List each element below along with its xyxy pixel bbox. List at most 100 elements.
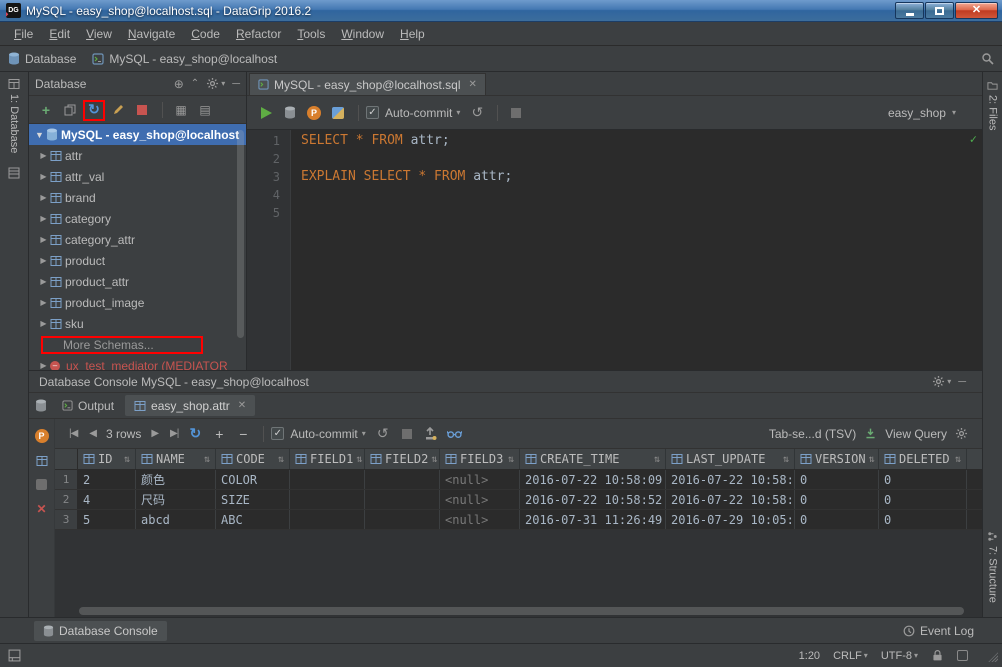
format-selector[interactable]: Tab-se...d (TSV) (769, 427, 856, 441)
chevron-down-icon[interactable]: ▾ (456, 108, 460, 117)
collapse-all-icon[interactable]: ⌃ (191, 78, 199, 89)
cell[interactable]: 0 (795, 510, 879, 529)
resize-grip[interactable] (985, 649, 998, 662)
sort-icon[interactable]: ⇅ (204, 454, 210, 465)
cell[interactable]: 2016-07-22 10:58:09 (666, 470, 795, 489)
sort-icon[interactable]: ⇅ (431, 454, 437, 465)
toolwindow-switcher-icon[interactable] (8, 649, 21, 662)
expand-arrow-icon[interactable]: ▶ (37, 319, 50, 328)
expand-arrow-icon[interactable]: ▶ (37, 193, 50, 202)
undo-button[interactable]: ↺ (372, 423, 394, 445)
hide-panel-icon[interactable]: ─ (958, 376, 966, 388)
toolwindow-tab-structure[interactable]: 7: Structure (987, 531, 999, 603)
expand-arrow-icon[interactable]: ▶ (37, 172, 50, 181)
column-header-code[interactable]: CODE ⇅ (216, 449, 290, 469)
sort-icon[interactable]: ⇅ (278, 454, 284, 465)
expand-arrow-icon[interactable]: ▶ (37, 361, 50, 370)
breadcrumb-database[interactable]: Database (8, 52, 76, 66)
lock-icon[interactable] (931, 649, 944, 662)
status-widget-icon[interactable] (957, 650, 968, 661)
grid-view-icon[interactable] (36, 455, 48, 467)
reload-button[interactable]: ↻ (184, 423, 206, 445)
cell[interactable]: <null> (440, 470, 520, 489)
cell[interactable]: abcd (136, 510, 216, 529)
cell[interactable]: 颜色 (136, 470, 216, 489)
maximize-button[interactable] (925, 2, 954, 19)
sort-icon[interactable]: ⇅ (869, 454, 875, 465)
menu-item-file[interactable]: File (6, 24, 41, 44)
menu-item-view[interactable]: View (78, 24, 120, 44)
cell[interactable]: COLOR (216, 470, 290, 489)
duplicate-button[interactable] (59, 99, 81, 121)
minimize-button[interactable] (895, 2, 924, 19)
settings-button[interactable]: ▾ (206, 77, 225, 90)
cell[interactable]: ABC (216, 510, 290, 529)
cell[interactable]: 尺码 (136, 490, 216, 509)
table-view-button[interactable]: ▦ (170, 99, 192, 121)
parameters-button[interactable]: P (303, 102, 325, 124)
tree-scrollbar[interactable] (237, 130, 244, 338)
first-page-button[interactable]: |◀ (63, 428, 83, 439)
sort-icon[interactable]: ⇅ (356, 454, 362, 465)
cell[interactable]: <null> (440, 510, 520, 529)
cell[interactable] (290, 470, 365, 489)
tree-item-category[interactable]: ▶ category (29, 208, 246, 229)
tree-item-category_attr[interactable]: ▶ category_attr (29, 229, 246, 250)
table-row[interactable]: 3 5 abcd ABC <null> 2016-07-31 11:26:49 2016-0… (55, 510, 982, 530)
tree-root-datasource[interactable]: ▼ MySQL - easy_shop@localhost (29, 124, 246, 145)
prev-page-button[interactable]: ◀ (83, 428, 102, 439)
table-row[interactable]: 2 4 尺码 SIZE <null> 2016-07-22 10:58:52 2016-07… (55, 490, 982, 510)
cell[interactable]: 0 (795, 490, 879, 509)
menu-item-code[interactable]: Code (183, 24, 228, 44)
tab-close-icon[interactable]: ✕ (469, 79, 477, 90)
column-header-last_update[interactable]: LAST_UPDATE ⇅ (666, 449, 795, 469)
cell[interactable] (365, 510, 440, 529)
tree-item-product[interactable]: ▶ product (29, 250, 246, 271)
database-console-toolwindow-button[interactable]: Database Console (34, 620, 167, 641)
cell[interactable]: SIZE (216, 490, 290, 509)
column-header-id[interactable]: ID ⇅ (78, 449, 136, 469)
next-page-button[interactable]: ▶ (145, 428, 164, 439)
expand-arrow-icon[interactable]: ▶ (37, 256, 50, 265)
last-page-button[interactable]: ▶| (164, 428, 184, 439)
tab-result[interactable]: easy_shop.attr ✕ (125, 395, 256, 416)
menu-item-refactor[interactable]: Refactor (228, 24, 289, 44)
cell[interactable] (365, 490, 440, 509)
tree-item-attr_val[interactable]: ▶ attr_val (29, 166, 246, 187)
cell[interactable]: 0 (879, 490, 967, 509)
caret-position[interactable]: 1:20 (799, 650, 820, 662)
column-header-name[interactable]: NAME ⇅ (136, 449, 216, 469)
expand-arrow-icon[interactable]: ▶ (37, 277, 50, 286)
editor-code[interactable]: SELECT * FROM attr; EXPLAIN SELECT * FROM… (291, 130, 982, 370)
chevron-down-icon[interactable]: ▾ (362, 429, 366, 438)
open-console-button[interactable] (279, 102, 301, 124)
console-settings-button[interactable]: ▾ (932, 375, 951, 388)
line-ending-selector[interactable]: CRLF ▾ (833, 650, 868, 662)
tab-close-icon[interactable]: ✕ (238, 400, 246, 411)
cell[interactable]: 2016-07-22 10:58:52 (520, 490, 666, 509)
tab-output[interactable]: Output (53, 395, 123, 416)
autocommit-checkbox[interactable]: ✓ (366, 106, 379, 119)
add-row-button[interactable]: + (208, 423, 230, 445)
close-console-icon[interactable]: ✕ (36, 502, 46, 516)
tree-item-product_image[interactable]: ▶ product_image (29, 292, 246, 313)
breadcrumb-console[interactable]: MySQL - easy_shop@localhost (92, 52, 277, 66)
delete-row-button[interactable]: − (232, 423, 254, 445)
hide-icon[interactable]: ─ (232, 78, 240, 90)
submit-button[interactable] (420, 423, 442, 445)
title-bar[interactable]: DG MySQL - easy_shop@localhost.sql - Dat… (0, 0, 1002, 22)
expand-arrow-icon[interactable]: ▶ (37, 151, 50, 160)
cell[interactable]: <null> (440, 490, 520, 509)
stop-button[interactable] (131, 99, 153, 121)
parameters-icon[interactable]: P (34, 429, 49, 443)
toolwindow-tab-files[interactable]: 2: Files (987, 80, 999, 130)
cell[interactable]: 0 (795, 470, 879, 489)
export-icon[interactable] (864, 427, 877, 440)
pause-icon[interactable] (36, 479, 47, 490)
column-header-field2[interactable]: FIELD2 ⇅ (365, 449, 440, 469)
view-query-button[interactable]: View Query (885, 427, 947, 441)
cell[interactable]: 0 (879, 470, 967, 489)
tree-item-attr[interactable]: ▶ attr (29, 145, 246, 166)
expand-arrow-icon[interactable]: ▶ (37, 235, 50, 244)
sort-icon[interactable]: ⇅ (955, 454, 961, 465)
